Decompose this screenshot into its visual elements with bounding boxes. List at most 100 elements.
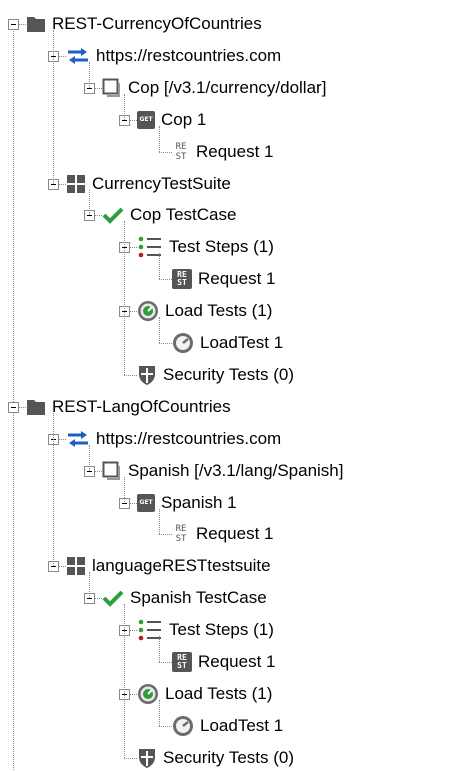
tree-node-method[interactable]: GET Spanish 1 bbox=[137, 489, 237, 517]
tree-node-load-test[interactable]: LoadTest 1 bbox=[172, 712, 283, 740]
tree-connector bbox=[95, 87, 102, 89]
security-shield-icon bbox=[137, 747, 157, 769]
rest-badge-bottom: ST bbox=[177, 278, 187, 288]
tree-connector bbox=[89, 444, 90, 471]
resource-window-icon bbox=[102, 461, 122, 481]
tree-node-label: LoadTest 1 bbox=[200, 333, 284, 352]
tree-connector bbox=[159, 662, 172, 663]
tree-node-label: Request 1 bbox=[198, 269, 276, 289]
folder-icon bbox=[26, 15, 46, 33]
tree-connector bbox=[59, 183, 66, 185]
rest-badge-top: RE bbox=[175, 524, 187, 535]
tree-node-load-tests[interactable]: Load Tests (1) bbox=[137, 297, 272, 325]
get-method-icon: GET bbox=[137, 493, 155, 512]
tree-connector bbox=[130, 502, 137, 504]
checkmark-icon bbox=[102, 589, 124, 608]
tree-node-load-tests[interactable]: Load Tests (1) bbox=[137, 680, 272, 708]
tree-connector bbox=[53, 412, 54, 567]
tree-node-label: LoadTest 1 bbox=[200, 715, 284, 735]
tree-node-test-steps[interactable]: Test Steps (1) bbox=[137, 233, 274, 261]
tree-node-label: Cop [/v3.1/currency/dollar] bbox=[128, 77, 327, 97]
tree-node-test-steps[interactable]: Test Steps (1) bbox=[137, 616, 274, 644]
tree-node-label: Cop 1 bbox=[161, 109, 207, 129]
tree-node-security-tests[interactable]: Security Tests (0) bbox=[137, 361, 294, 389]
tree-node-suite[interactable]: languageRESTtestsuite bbox=[66, 552, 271, 580]
tree-node-resource[interactable]: Cop [/v3.1/currency/dollar] bbox=[102, 74, 326, 102]
tree-node-label: Cop TestCase bbox=[130, 205, 237, 225]
tree-node-label: Request 1 bbox=[196, 524, 274, 544]
tree-connector bbox=[159, 279, 172, 281]
tree-connector bbox=[130, 311, 137, 313]
tree-connector bbox=[159, 151, 172, 153]
tree-node-testcase[interactable]: Cop TestCase bbox=[102, 201, 236, 229]
load-test-gauge-icon bbox=[137, 683, 159, 705]
collapse-toggle-icon[interactable] bbox=[8, 19, 19, 30]
tree-connector bbox=[19, 24, 26, 25]
tree-connector bbox=[124, 757, 137, 759]
tree-node-label: Security Tests (0) bbox=[163, 364, 295, 384]
tree-connector bbox=[95, 215, 102, 217]
tree-node-label: Spanish TestCase bbox=[130, 588, 267, 608]
tree-connector bbox=[59, 55, 66, 57]
tree-node-step-request[interactable]: RE ST Request 1 bbox=[172, 265, 276, 293]
tree-node-service[interactable]: https://restcountries.com bbox=[66, 425, 281, 453]
tree-node-name[interactable]: REST-LangOfCountries bbox=[26, 393, 231, 421]
tree-connector bbox=[124, 93, 125, 120]
tree-node-label: Request 1 bbox=[198, 652, 276, 671]
tree-node-step-request[interactable]: RE ST Request 1 bbox=[172, 648, 276, 676]
load-test-icon bbox=[172, 715, 194, 737]
interface-arrows-icon bbox=[66, 430, 90, 448]
tree-node-request[interactable]: RE ST Request 1 bbox=[172, 520, 274, 548]
tree-connector bbox=[124, 476, 125, 503]
tree-node-load-test[interactable]: LoadTest 1 bbox=[172, 329, 283, 357]
tree-connector bbox=[130, 119, 137, 121]
tree-node-label: languageRESTtestsuite bbox=[92, 556, 271, 576]
tree-connector bbox=[159, 534, 172, 536]
tree-node-suite[interactable]: CurrencyTestSuite bbox=[66, 170, 231, 198]
tree-connector bbox=[95, 598, 102, 600]
tree-connector bbox=[124, 604, 125, 758]
load-test-gauge-icon bbox=[137, 300, 159, 322]
load-test-icon bbox=[172, 332, 194, 354]
tree-connector bbox=[159, 725, 172, 727]
tree-connector bbox=[159, 699, 160, 726]
get-badge: GET bbox=[137, 493, 155, 512]
get-badge: GET bbox=[137, 110, 155, 129]
tree-node-label: Test Steps (1) bbox=[169, 237, 274, 257]
tree-connector bbox=[130, 630, 137, 632]
tree-node-label: Load Tests (1) bbox=[165, 301, 273, 321]
resource-window-icon bbox=[102, 78, 122, 98]
tree-connector bbox=[19, 406, 26, 408]
tree-node-label: https://restcountries.com bbox=[96, 45, 282, 65]
tree-node-request[interactable]: RE ST Request 1 bbox=[172, 138, 274, 166]
tree-node-security-tests[interactable]: Security Tests (0) bbox=[137, 744, 294, 772]
tree-node-service[interactable]: https://restcountries.com bbox=[66, 42, 281, 70]
get-method-icon: GET bbox=[137, 110, 155, 129]
tree-node-label: CurrencyTestSuite bbox=[92, 173, 231, 193]
tree-connector bbox=[59, 566, 66, 568]
collapse-toggle-icon[interactable] bbox=[8, 401, 19, 413]
tree-node-name[interactable]: REST-CurrencyOfCountries bbox=[26, 10, 262, 38]
tree-node-testcase[interactable]: Spanish TestCase bbox=[102, 584, 267, 612]
tree-connector bbox=[159, 253, 160, 280]
tree-node-label: REST-CurrencyOfCountries bbox=[52, 14, 262, 33]
rest-request-icon: RE ST bbox=[172, 652, 192, 672]
tree-connector bbox=[159, 125, 160, 152]
tree-node-label: https://restcountries.com bbox=[96, 428, 282, 448]
folder-icon bbox=[26, 398, 46, 416]
tree-node-label: Spanish 1 bbox=[161, 492, 237, 512]
tree-connector bbox=[124, 374, 137, 376]
tree-node-label: Security Tests (0) bbox=[163, 747, 295, 767]
tree-connector bbox=[89, 189, 90, 216]
tree-node-method[interactable]: GET Cop 1 bbox=[137, 106, 206, 134]
rest-badge-bottom: ST bbox=[175, 534, 187, 545]
tree-connector bbox=[159, 636, 160, 662]
tree-node-resource[interactable]: Spanish [/v3.1/lang/Spanish] bbox=[102, 457, 343, 485]
rest-badge-bottom: ST bbox=[177, 661, 187, 670]
tree-connector bbox=[13, 20, 14, 770]
rest-request-icon: RE ST bbox=[172, 523, 190, 545]
project-tree: REST-CurrencyOfCountries https://restcoun… bbox=[0, 0, 472, 770]
tree-connector bbox=[59, 438, 66, 440]
tree-connector bbox=[89, 572, 90, 599]
checkmark-icon bbox=[102, 206, 124, 225]
